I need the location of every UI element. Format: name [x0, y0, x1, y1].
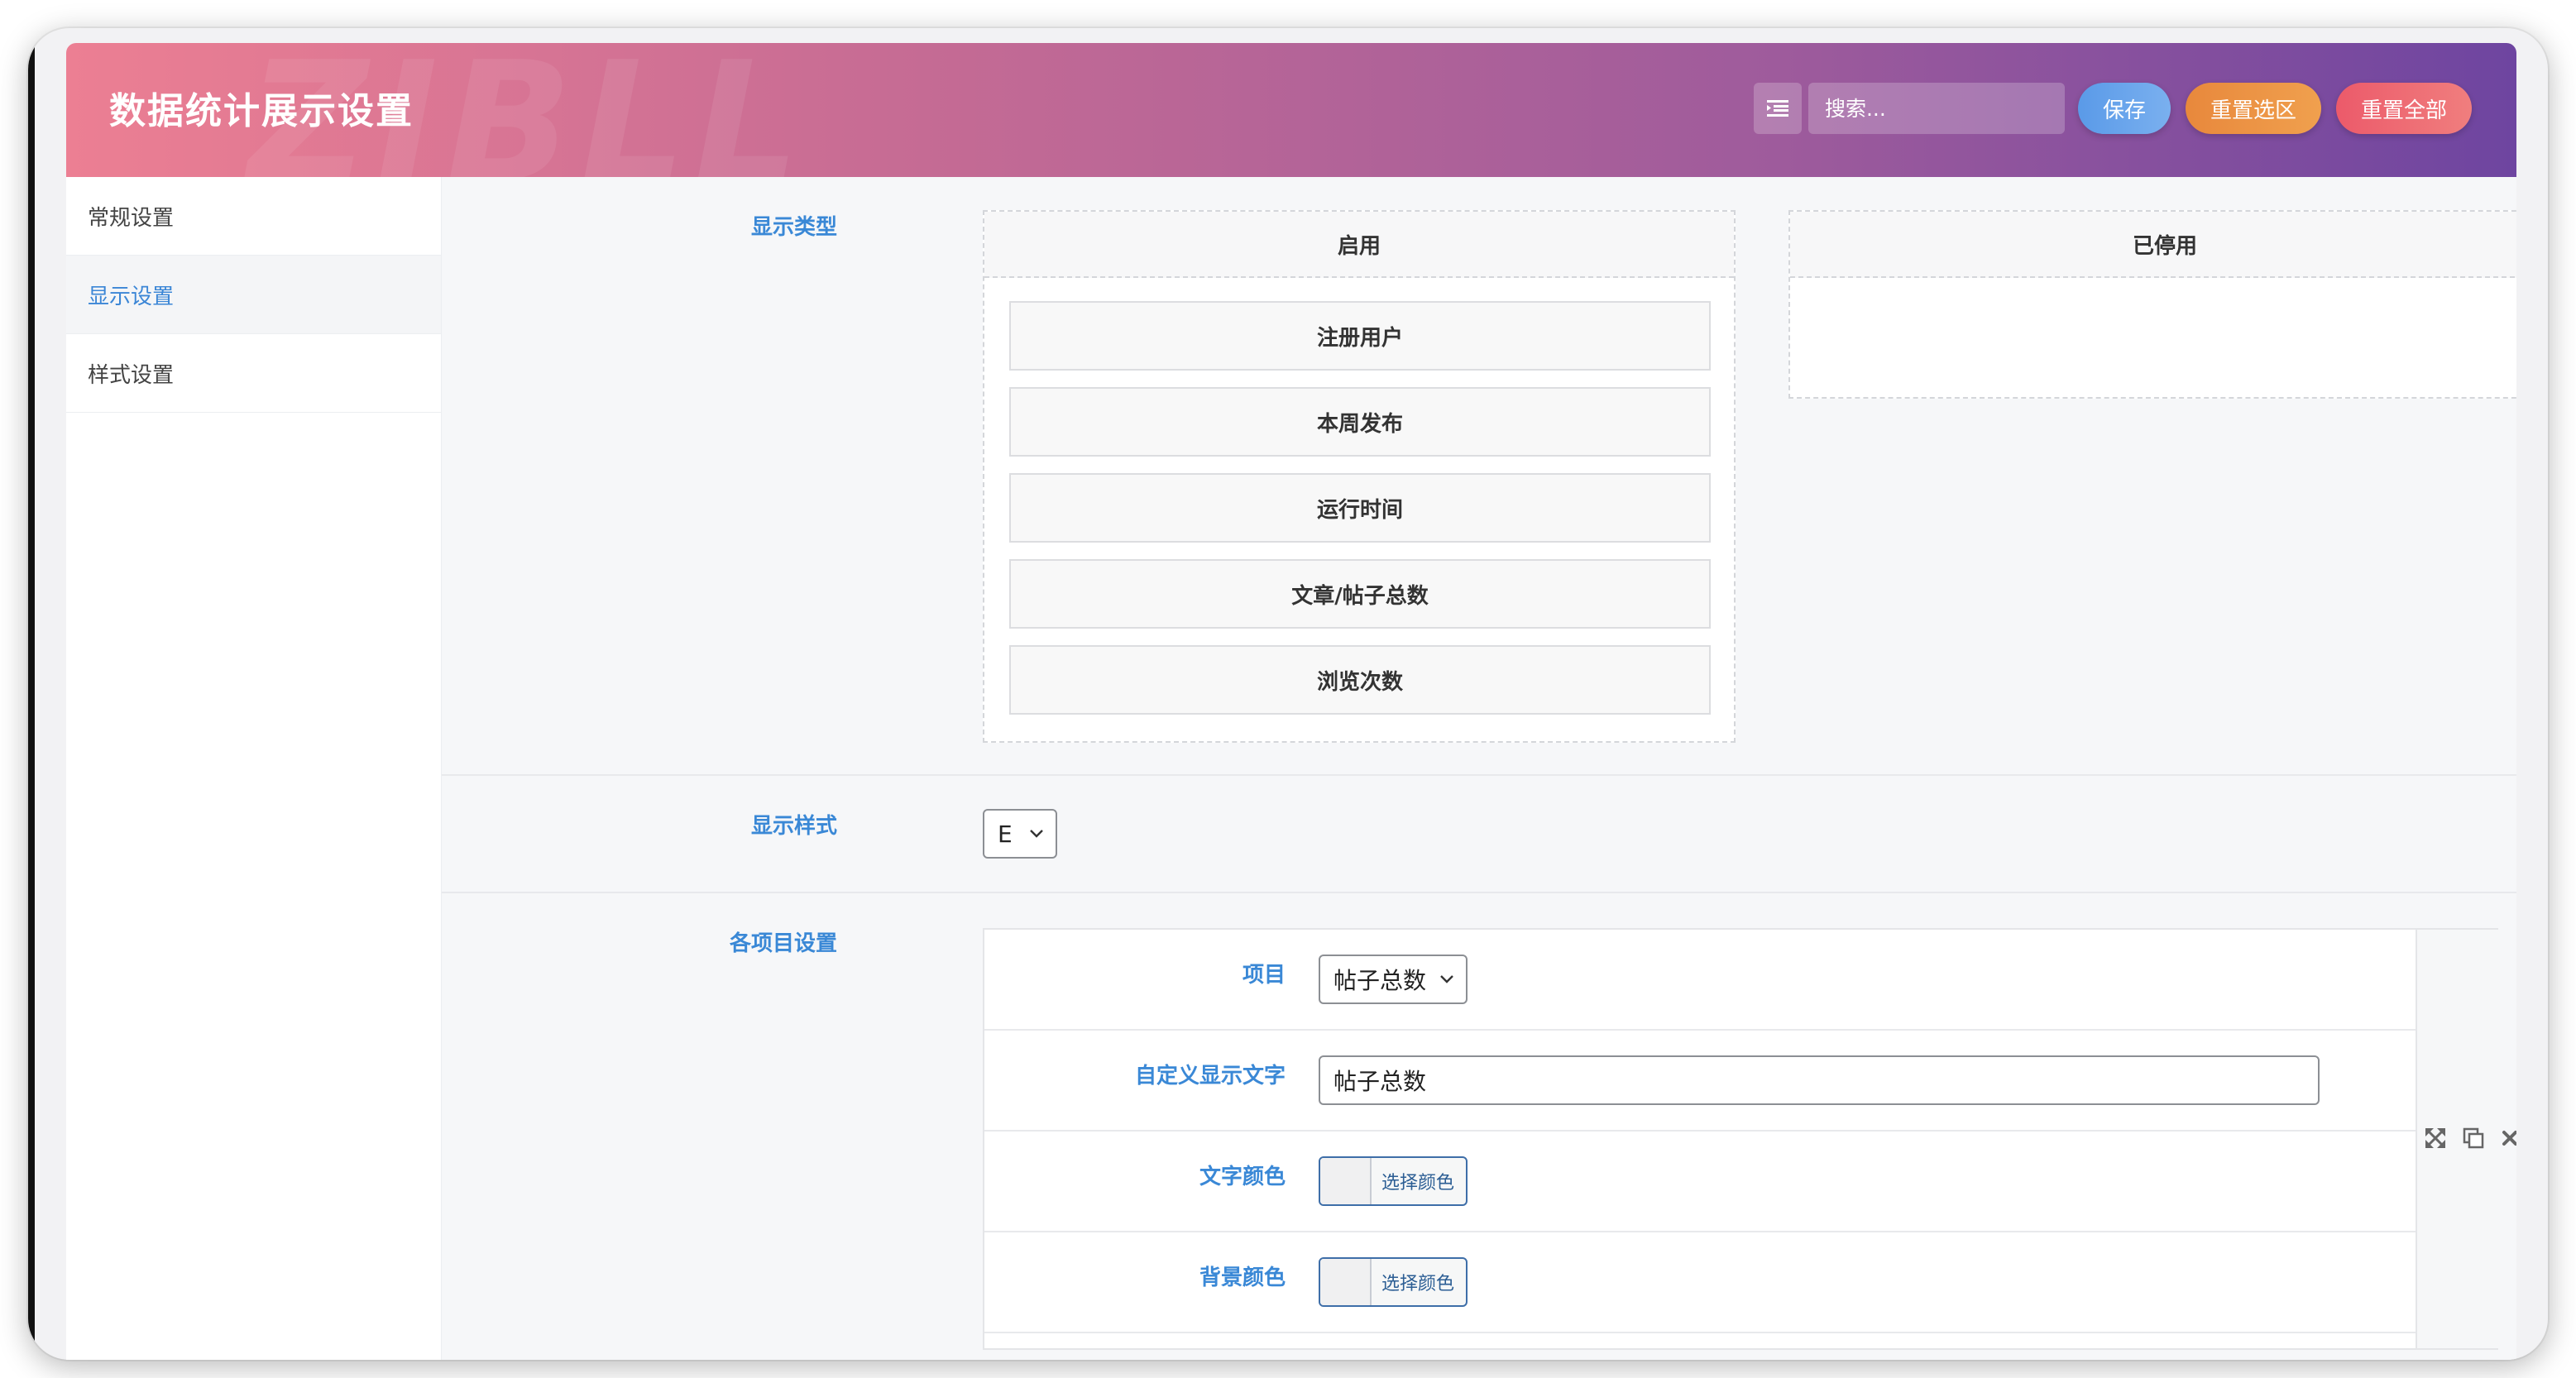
color-swatch — [1320, 1259, 1372, 1305]
custom-text-input[interactable] — [1319, 1055, 2320, 1105]
item-select-value: 帖子总数 — [1333, 967, 1427, 994]
clone-icon[interactable] — [2462, 1127, 2485, 1150]
display-type-section: 显示类型 启用 注册用户 本周发布 运行时间 文章/帖子总数 浏览次数 已停用 — [442, 177, 2516, 776]
reset-section-button[interactable]: 重置选区 — [2185, 83, 2321, 134]
bg-color-picker[interactable]: 选择颜色 — [1319, 1257, 1468, 1307]
item-select[interactable]: 帖子总数 — [1319, 955, 1468, 1004]
page-title: 数据统计展示设置 — [109, 90, 414, 132]
reset-all-button[interactable]: 重置全部 — [2335, 83, 2472, 134]
text-color-label: 文字颜色 — [1199, 1165, 1286, 1189]
disabled-column-title: 已停用 — [1790, 212, 2516, 278]
search-input[interactable] — [1808, 83, 2065, 134]
color-swatch — [1320, 1158, 1372, 1204]
header-bar: ZIBLL 数据统计展示设置 保存 重置选区 重置全部 — [66, 43, 2516, 177]
chevron-down-icon — [1030, 830, 1043, 838]
display-style-value: E — [998, 820, 1013, 848]
sortable-item[interactable]: 文章/帖子总数 — [1009, 559, 1711, 629]
main-content: 显示类型 启用 注册用户 本周发布 运行时间 文章/帖子总数 浏览次数 已停用 … — [442, 177, 2516, 1360]
pick-color-text: 选择颜色 — [1381, 1274, 1455, 1294]
field-row-text-color: 文字颜色 选择颜色 — [984, 1132, 2416, 1232]
item-settings-label: 各项目设置 — [729, 931, 837, 956]
expand-menu-button[interactable] — [1753, 83, 1802, 134]
display-style-select[interactable]: E — [983, 809, 1057, 859]
sidebar: 常规设置 显示设置 样式设置 — [66, 177, 442, 1360]
sidebar-item-style[interactable]: 样式设置 — [66, 334, 441, 413]
save-button[interactable]: 保存 — [2077, 83, 2171, 134]
item-settings-section: 各项目设置 项目 帖子总数 自定义显示文字 帖子总数 文字颜色 选择颜色 背景颜… — [442, 893, 2516, 1360]
display-style-section: 显示样式 E — [442, 776, 2516, 893]
field-row-item: 项目 帖子总数 — [984, 930, 2416, 1031]
sortable-item[interactable]: 运行时间 — [1009, 473, 1711, 543]
frame-edge — [28, 28, 35, 1360]
text-color-picker[interactable]: 选择颜色 — [1319, 1156, 1468, 1206]
remove-icon[interactable] — [2500, 1127, 2516, 1150]
browser-frame: ZIBLL 数据统计展示设置 保存 重置选区 重置全部 — [28, 28, 2548, 1360]
repeater-fields: 项目 帖子总数 自定义显示文字 帖子总数 文字颜色 选择颜色 背景颜色 选择颜色 — [984, 930, 2417, 1348]
item-repeater: 项目 帖子总数 自定义显示文字 帖子总数 文字颜色 选择颜色 背景颜色 选择颜色 — [983, 928, 2516, 1350]
options-panel: ZIBLL 数据统计展示设置 保存 重置选区 重置全部 — [66, 43, 2516, 1360]
enabled-column-title: 启用 — [984, 212, 1734, 278]
item-label: 项目 — [1242, 963, 1286, 988]
sidebar-item-display[interactable]: 显示设置 — [66, 256, 441, 334]
sortable-item[interactable]: 本周发布 — [1009, 387, 1711, 457]
sortable-item[interactable]: 注册用户 — [1009, 301, 1711, 371]
expand-icon[interactable] — [2424, 1127, 2447, 1150]
display-style-label: 显示样式 — [750, 814, 837, 839]
enabled-column: 启用 注册用户 本周发布 运行时间 文章/帖子总数 浏览次数 — [983, 210, 1736, 743]
bg-color-label: 背景颜色 — [1199, 1266, 1286, 1290]
disabled-column[interactable]: 已停用 — [1788, 210, 2516, 399]
custom-text-label: 自定义显示文字 — [1134, 1064, 1286, 1089]
pick-color-text: 选择颜色 — [1381, 1173, 1455, 1194]
header-toolbar: 保存 重置选区 重置全部 — [1753, 83, 2472, 134]
field-row-bg-color: 背景颜色 选择颜色 — [984, 1232, 2416, 1333]
chevron-down-icon — [1440, 975, 1453, 983]
repeater-actions — [2417, 930, 2516, 1348]
sidebar-item-general[interactable]: 常规设置 — [66, 177, 441, 256]
sortable-item[interactable]: 浏览次数 — [1009, 645, 1711, 715]
display-type-label: 显示类型 — [750, 215, 837, 240]
list-icon — [1766, 100, 1788, 117]
field-row-custom-text: 自定义显示文字 — [984, 1031, 2416, 1132]
